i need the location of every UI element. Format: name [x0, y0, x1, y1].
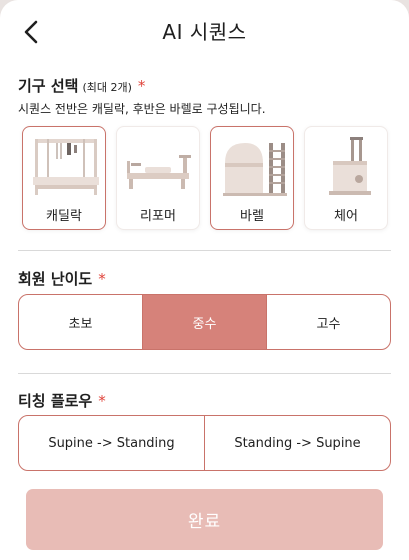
difficulty-option-beginner[interactable]: 초보 — [19, 295, 142, 349]
header: AI 시퀀스 — [0, 0, 409, 62]
required-mark: * — [98, 392, 106, 410]
difficulty-option-intermediate[interactable]: 중수 — [142, 295, 266, 349]
cadillac-icon — [33, 139, 99, 195]
difficulty-segmented-control: 초보 중수 고수 — [18, 294, 391, 350]
required-mark: * — [98, 270, 106, 288]
equipment-card-cadillac[interactable]: 캐딜락 — [22, 126, 106, 230]
difficulty-section-title: 회원 난이도 * — [18, 268, 106, 289]
chair-icon — [329, 137, 371, 195]
page-title: AI 시퀀스 — [162, 20, 247, 44]
equipment-card-list: 캐딜락 리포머 바렐 체어 — [22, 126, 390, 230]
equipment-card-chair[interactable]: 체어 — [304, 126, 388, 230]
required-mark: * — [137, 77, 146, 95]
divider — [18, 250, 391, 251]
equipment-card-reformer[interactable]: 리포머 — [116, 126, 200, 230]
barrel-icon — [223, 143, 287, 196]
flow-segmented-control: Supine -> Standing Standing -> Supine — [18, 415, 391, 471]
equipment-label: 체어 — [334, 209, 358, 224]
equipment-limit-note: (최대 2개) — [82, 81, 132, 94]
difficulty-option-advanced[interactable]: 고수 — [266, 295, 390, 349]
reformer-icon — [127, 155, 191, 189]
equipment-title: 기구 선택 — [18, 77, 79, 95]
difficulty-title: 회원 난이도 — [18, 270, 93, 288]
flow-option-supine-to-standing[interactable]: Supine -> Standing — [19, 416, 204, 470]
flow-title: 티칭 플로우 — [18, 392, 93, 410]
screen: AI 시퀀스 기구 선택 (최대 2개) * 시퀀스 전반은 캐딜락, 후반은 바렐… — [0, 0, 409, 560]
flow-section-title: 티칭 플로우 * — [18, 390, 106, 411]
done-button[interactable]: 완료 — [26, 489, 383, 550]
equipment-card-barrel[interactable]: 바렐 — [210, 126, 294, 230]
flow-option-standing-to-supine[interactable]: Standing -> Supine — [204, 416, 390, 470]
equipment-section-title: 기구 선택 (최대 2개) * — [18, 75, 145, 96]
equipment-label: 바렐 — [240, 209, 264, 224]
equipment-label: 리포머 — [140, 209, 176, 224]
equipment-label: 캐딜락 — [46, 209, 82, 224]
divider — [18, 373, 391, 374]
equipment-description: 시퀀스 전반은 캐딜락, 후반은 바렐로 구성됩니다. — [18, 102, 266, 116]
